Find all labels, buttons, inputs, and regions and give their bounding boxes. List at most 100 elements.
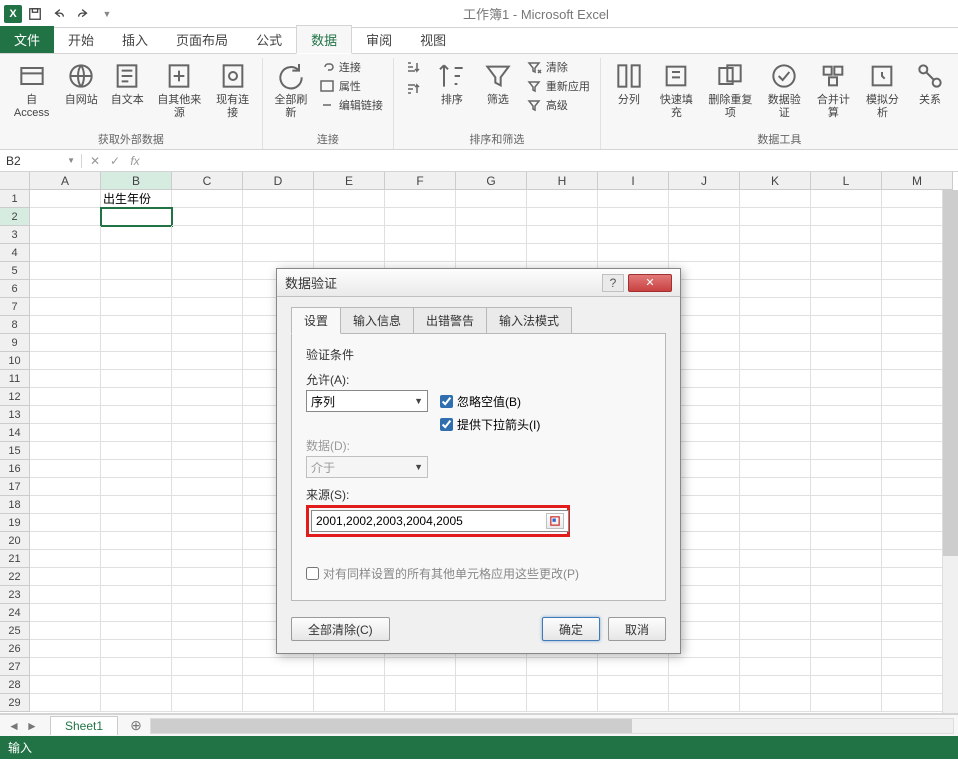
cell-I28[interactable] bbox=[598, 676, 669, 694]
tab-data[interactable]: 数据 bbox=[296, 25, 352, 54]
cell-L26[interactable] bbox=[811, 640, 882, 658]
cell-I4[interactable] bbox=[598, 244, 669, 262]
cell-L6[interactable] bbox=[811, 280, 882, 298]
cell-K4[interactable] bbox=[740, 244, 811, 262]
cell-A10[interactable] bbox=[30, 352, 101, 370]
cell-C26[interactable] bbox=[172, 640, 243, 658]
cell-L14[interactable] bbox=[811, 424, 882, 442]
row-header-20[interactable]: 20 bbox=[0, 532, 30, 550]
cell-B6[interactable] bbox=[101, 280, 172, 298]
cell-B5[interactable] bbox=[101, 262, 172, 280]
cell-K27[interactable] bbox=[740, 658, 811, 676]
cell-L11[interactable] bbox=[811, 370, 882, 388]
cell-B1[interactable]: 出生年份 bbox=[101, 190, 172, 208]
cell-B2[interactable] bbox=[101, 208, 172, 226]
cell-E2[interactable] bbox=[314, 208, 385, 226]
cell-D28[interactable] bbox=[243, 676, 314, 694]
btn-connections[interactable]: 连接 bbox=[315, 58, 387, 76]
cell-L4[interactable] bbox=[811, 244, 882, 262]
cell-E28[interactable] bbox=[314, 676, 385, 694]
col-header-A[interactable]: A bbox=[30, 172, 101, 190]
row-header-15[interactable]: 15 bbox=[0, 442, 30, 460]
cell-A21[interactable] bbox=[30, 550, 101, 568]
row-header-6[interactable]: 6 bbox=[0, 280, 30, 298]
qat-redo-icon[interactable] bbox=[72, 3, 94, 25]
cell-D29[interactable] bbox=[243, 694, 314, 712]
row-header-12[interactable]: 12 bbox=[0, 388, 30, 406]
row-header-21[interactable]: 21 bbox=[0, 550, 30, 568]
cell-L23[interactable] bbox=[811, 586, 882, 604]
cell-K29[interactable] bbox=[740, 694, 811, 712]
col-header-J[interactable]: J bbox=[669, 172, 740, 190]
cell-C1[interactable] bbox=[172, 190, 243, 208]
cell-L2[interactable] bbox=[811, 208, 882, 226]
cancel-button[interactable]: 取消 bbox=[608, 617, 666, 641]
dlg-tab-error-alert[interactable]: 出错警告 bbox=[413, 307, 487, 333]
cell-J3[interactable] bbox=[669, 226, 740, 244]
cell-K17[interactable] bbox=[740, 478, 811, 496]
btn-data-validation[interactable]: 数据验证 bbox=[761, 58, 808, 122]
cell-D2[interactable] bbox=[243, 208, 314, 226]
ok-button[interactable]: 确定 bbox=[542, 617, 600, 641]
vertical-scrollbar[interactable] bbox=[942, 190, 958, 713]
cell-A27[interactable] bbox=[30, 658, 101, 676]
cell-F1[interactable] bbox=[385, 190, 456, 208]
cell-K26[interactable] bbox=[740, 640, 811, 658]
btn-filter[interactable]: 筛选 bbox=[476, 58, 520, 109]
range-picker-icon[interactable] bbox=[546, 513, 564, 529]
cell-L10[interactable] bbox=[811, 352, 882, 370]
cell-B17[interactable] bbox=[101, 478, 172, 496]
col-header-B[interactable]: B bbox=[101, 172, 172, 190]
row-header-17[interactable]: 17 bbox=[0, 478, 30, 496]
row-header-26[interactable]: 26 bbox=[0, 640, 30, 658]
cell-C22[interactable] bbox=[172, 568, 243, 586]
row-header-13[interactable]: 13 bbox=[0, 406, 30, 424]
cell-B20[interactable] bbox=[101, 532, 172, 550]
ignore-blank-checkbox[interactable]: 忽略空值(B) bbox=[440, 393, 521, 410]
btn-text-to-columns[interactable]: 分列 bbox=[607, 58, 651, 109]
cell-C27[interactable] bbox=[172, 658, 243, 676]
dlg-tab-input-msg[interactable]: 输入信息 bbox=[340, 307, 414, 333]
cell-C8[interactable] bbox=[172, 316, 243, 334]
cell-B3[interactable] bbox=[101, 226, 172, 244]
cell-C18[interactable] bbox=[172, 496, 243, 514]
cell-B8[interactable] bbox=[101, 316, 172, 334]
cell-A29[interactable] bbox=[30, 694, 101, 712]
cell-I3[interactable] bbox=[598, 226, 669, 244]
apply-all-checkbox[interactable]: 对有同样设置的所有其他单元格应用这些更改(P) bbox=[306, 565, 651, 582]
cell-A4[interactable] bbox=[30, 244, 101, 262]
cell-C20[interactable] bbox=[172, 532, 243, 550]
in-cell-dropdown-checkbox[interactable]: 提供下拉箭头(I) bbox=[440, 416, 540, 433]
cell-A22[interactable] bbox=[30, 568, 101, 586]
qat-undo-icon[interactable] bbox=[48, 3, 70, 25]
cell-G29[interactable] bbox=[456, 694, 527, 712]
fx-icon[interactable]: fx bbox=[126, 154, 144, 168]
tab-insert[interactable]: 插入 bbox=[108, 26, 162, 53]
cell-B7[interactable] bbox=[101, 298, 172, 316]
cell-I1[interactable] bbox=[598, 190, 669, 208]
cell-F2[interactable] bbox=[385, 208, 456, 226]
cell-G27[interactable] bbox=[456, 658, 527, 676]
col-header-H[interactable]: H bbox=[527, 172, 598, 190]
btn-from-text[interactable]: 自文本 bbox=[105, 58, 149, 109]
cell-A6[interactable] bbox=[30, 280, 101, 298]
row-header-9[interactable]: 9 bbox=[0, 334, 30, 352]
cell-K2[interactable] bbox=[740, 208, 811, 226]
cell-L20[interactable] bbox=[811, 532, 882, 550]
cell-L29[interactable] bbox=[811, 694, 882, 712]
cell-B13[interactable] bbox=[101, 406, 172, 424]
cell-F27[interactable] bbox=[385, 658, 456, 676]
cell-K15[interactable] bbox=[740, 442, 811, 460]
sheet-nav-prev-icon[interactable]: ◄ bbox=[6, 719, 22, 733]
row-header-27[interactable]: 27 bbox=[0, 658, 30, 676]
dlg-tab-ime[interactable]: 输入法模式 bbox=[486, 307, 572, 333]
tab-page-layout[interactable]: 页面布局 bbox=[162, 26, 242, 53]
cell-D3[interactable] bbox=[243, 226, 314, 244]
cell-L12[interactable] bbox=[811, 388, 882, 406]
clear-all-button[interactable]: 全部清除(C) bbox=[291, 617, 390, 641]
cell-G1[interactable] bbox=[456, 190, 527, 208]
cell-K28[interactable] bbox=[740, 676, 811, 694]
cell-K6[interactable] bbox=[740, 280, 811, 298]
cell-A18[interactable] bbox=[30, 496, 101, 514]
cell-B12[interactable] bbox=[101, 388, 172, 406]
